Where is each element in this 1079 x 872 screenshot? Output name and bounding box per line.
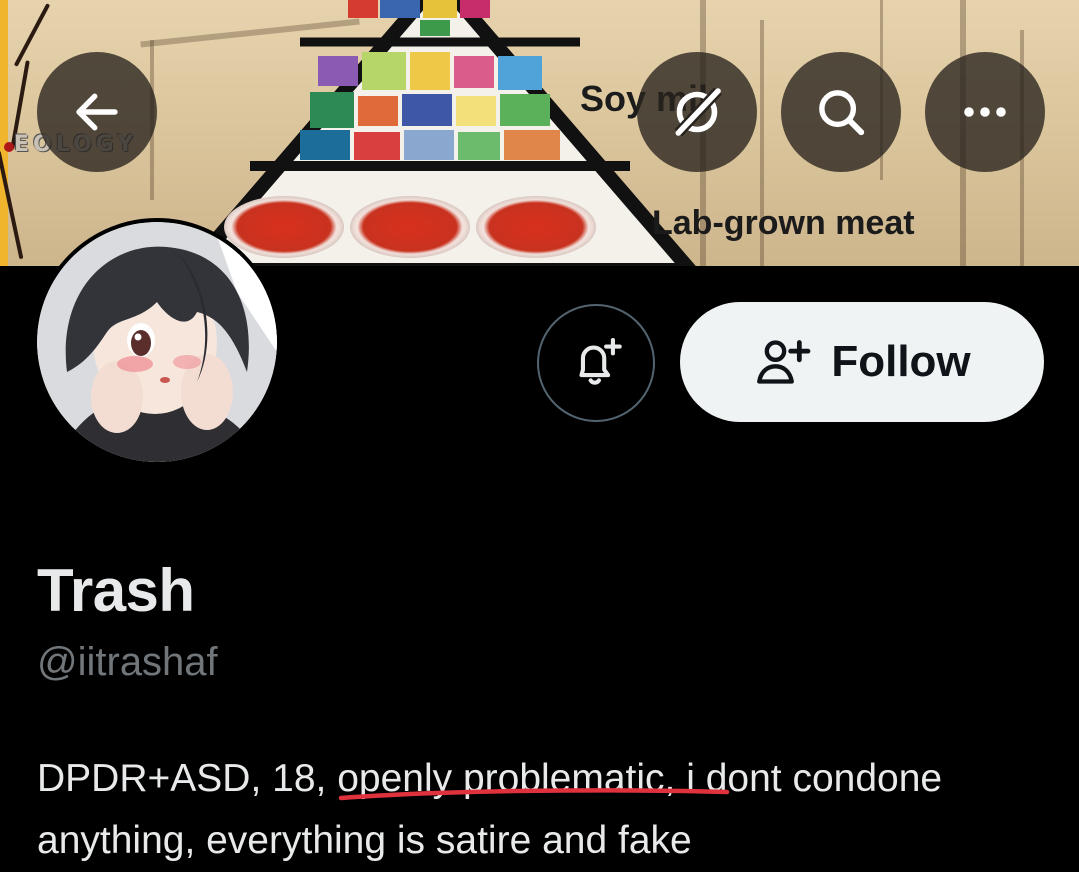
follow-button[interactable]: Follow	[680, 302, 1044, 422]
profile-bio: DPDR+ASD, 18, openly problematic, i dont…	[37, 748, 1057, 872]
banner-edge	[0, 0, 8, 266]
back-button[interactable]	[37, 52, 157, 172]
search-icon	[819, 90, 865, 136]
spider-leg	[13, 3, 51, 67]
profile-handle: @iitrashaf	[37, 640, 218, 684]
spider-body	[4, 142, 14, 152]
more-horizontal-icon	[964, 107, 1006, 117]
bio-highlighted-phrase: openly problematic,	[337, 757, 676, 800]
grok-button[interactable]	[637, 52, 757, 172]
meat-dish	[224, 196, 344, 258]
meat-dish	[350, 196, 470, 258]
banner-label-meat: Lab-grown meat	[652, 204, 915, 242]
notify-button[interactable]	[537, 304, 655, 422]
arrow-left-icon	[76, 93, 118, 131]
profile-avatar[interactable]	[33, 218, 281, 466]
profile-display-name: Trash	[37, 557, 195, 624]
grok-icon	[674, 87, 722, 137]
avatar-illustration	[37, 222, 277, 462]
person-add-icon	[757, 340, 811, 384]
follow-button-label: Follow	[831, 337, 971, 386]
more-button[interactable]	[925, 52, 1045, 172]
search-button[interactable]	[781, 52, 901, 172]
bio-text-part: DPDR+ASD, 18,	[37, 757, 338, 800]
bell-plus-icon	[579, 337, 622, 385]
meat-dish	[476, 196, 596, 258]
avatar-image	[37, 222, 277, 462]
